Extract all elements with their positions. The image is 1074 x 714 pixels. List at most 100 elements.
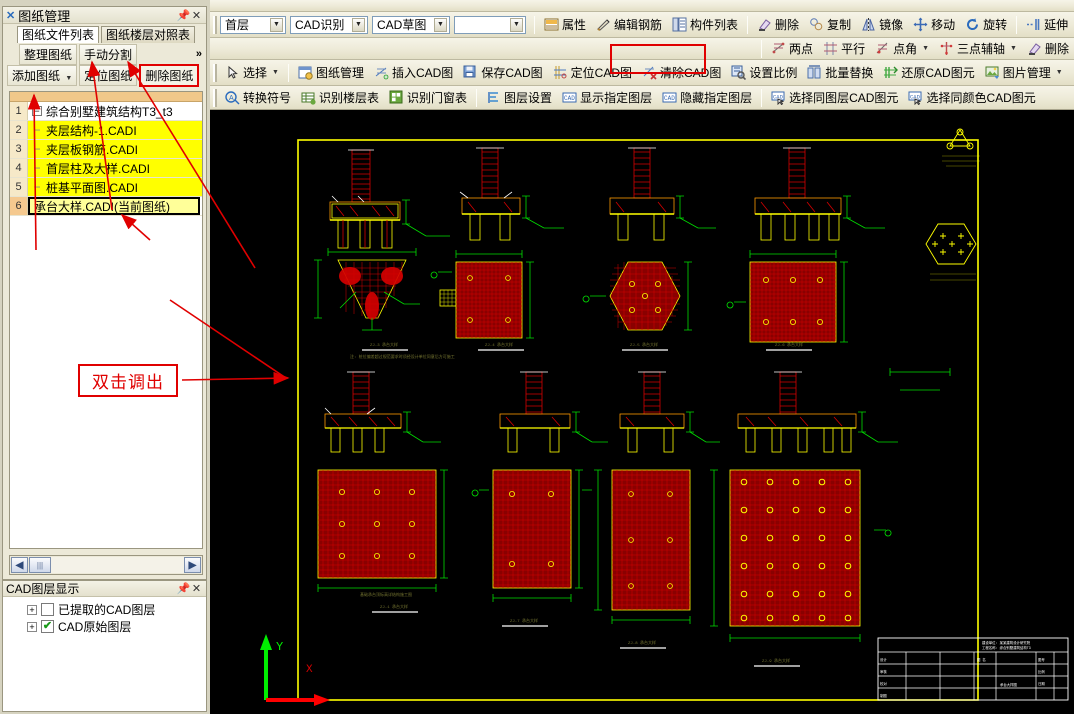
- scroll-thumb[interactable]: |||: [29, 557, 51, 573]
- batch-replace-button[interactable]: 批量替换: [802, 63, 878, 83]
- parallel-button[interactable]: 平行: [818, 39, 870, 59]
- toolbar-grip[interactable]: [213, 88, 217, 107]
- delete-button[interactable]: 删除: [752, 15, 804, 35]
- mirror-button[interactable]: 镜像: [856, 15, 908, 35]
- pin-icon[interactable]: 📌: [177, 582, 191, 595]
- button-label: 删除: [775, 17, 800, 32]
- pencil-icon: [596, 17, 611, 32]
- table-row[interactable]: 5 − 桩基平面图.CADI: [10, 178, 202, 197]
- drawing-manage-button[interactable]: 图纸管理: [293, 63, 369, 83]
- toolbar-grip[interactable]: [213, 15, 217, 34]
- select-same-color-button[interactable]: CAD 选择同颜色CAD图元: [903, 88, 1040, 108]
- chevron-down-icon[interactable]: ▼: [352, 17, 365, 32]
- locate-drawing-button[interactable]: 定位图纸: [79, 64, 138, 86]
- restore-cad-button[interactable]: 还原CAD图元: [878, 63, 979, 83]
- chevron-down-icon[interactable]: ▼: [1010, 45, 1017, 52]
- table-row-current[interactable]: 6 承台大样.CADI(当前图纸): [10, 197, 202, 216]
- table-row[interactable]: 3 − 夹层板钢筋.CADI: [10, 140, 202, 159]
- select-same-layer-button[interactable]: CAD 选择同图层CAD图元: [766, 88, 903, 108]
- drawing-toolbar-row2: 添加图纸 ▼ 定位图纸 删除图纸: [3, 63, 206, 87]
- rotate-button[interactable]: 旋转: [960, 15, 1012, 35]
- edit-rebar-button[interactable]: 编辑钢筋: [591, 15, 667, 35]
- insert-cad-button[interactable]: 插入CAD图: [369, 63, 458, 83]
- table-row[interactable]: 4 − 首层柱及大样.CADI: [10, 159, 202, 178]
- locate-cad-button[interactable]: 定位CAD图: [548, 63, 637, 83]
- tree-expand-icon[interactable]: +: [27, 604, 37, 615]
- select-button[interactable]: 选择 ▼: [220, 63, 284, 83]
- chevron-down-icon[interactable]: ▼: [1056, 69, 1063, 76]
- scroll-left-arrow[interactable]: ◀: [11, 557, 28, 573]
- properties-button[interactable]: 属性: [539, 15, 591, 35]
- button-label: 整理图纸: [24, 47, 73, 62]
- cad-sketch-select[interactable]: CAD草图 ▼: [372, 15, 450, 34]
- three-point-axis-button[interactable]: 三点辅轴 ▼: [934, 39, 1022, 59]
- floor-select[interactable]: 首层 ▼: [220, 15, 286, 34]
- file-list-horizontal-scrollbar[interactable]: ◀ ||| ▶: [9, 555, 203, 575]
- recognize-door-window-table-button[interactable]: 识别门窗表: [384, 88, 472, 108]
- image-manage-button[interactable]: 图片管理 ▼: [980, 63, 1068, 83]
- scroll-right-arrow[interactable]: ▶: [184, 557, 201, 573]
- chevron-down-icon[interactable]: ▼: [434, 17, 447, 32]
- layer-settings-button[interactable]: 图层设置: [481, 88, 557, 108]
- organize-drawing-button[interactable]: 整理图纸: [19, 43, 78, 65]
- blank-select[interactable]: ▼: [454, 15, 526, 34]
- axis-delete-button[interactable]: 删除: [1022, 39, 1074, 59]
- layer-tree-item-extracted[interactable]: + 已提取的CAD图层: [3, 601, 206, 618]
- cad-drawing-canvas[interactable]: ZJ-3 承台大样 ZJ-4 承台大样 ZJ-5 承台大样 ZJ-6 承台大样 …: [210, 110, 1074, 714]
- toolbar-overflow-chevron[interactable]: »: [196, 48, 206, 60]
- convert-symbol-button[interactable]: A 转换符号: [220, 88, 296, 108]
- button-label: 保存CAD图: [481, 65, 543, 80]
- copy-button[interactable]: 复制: [804, 15, 856, 35]
- layer-panel-title: CAD图层显示: [6, 582, 80, 596]
- set-scale-button[interactable]: 设置比例: [726, 63, 802, 83]
- manual-split-button[interactable]: 手动分割: [79, 43, 138, 65]
- extend-button[interactable]: 延伸: [1021, 15, 1073, 35]
- toolbar-grip[interactable]: [213, 63, 217, 82]
- chevron-down-icon[interactable]: ▼: [922, 45, 929, 52]
- toolbar-separator: [1016, 15, 1018, 34]
- close-icon[interactable]: ✕: [190, 9, 203, 22]
- delete-drawing-button[interactable]: 删除图纸: [139, 63, 200, 87]
- row-number: 3: [10, 140, 28, 158]
- svg-text:A: A: [229, 95, 234, 102]
- button-label: 旋转: [983, 17, 1008, 32]
- table-row[interactable]: 1 − 综合别墅建筑结构T3_t3: [10, 102, 202, 121]
- chevron-down-icon[interactable]: ▼: [270, 17, 283, 32]
- component-list-button[interactable]: 构件列表: [667, 15, 743, 35]
- cad-recognize-select[interactable]: CAD识别 ▼: [290, 15, 368, 34]
- close-icon[interactable]: ✕: [190, 582, 203, 595]
- tree-collapse-icon[interactable]: −: [32, 106, 42, 116]
- drawing-file-list[interactable]: 1 − 综合别墅建筑结构T3_t3 2 − 夹层结构-1.CADI 3 − 夹层…: [9, 91, 203, 549]
- clear-cad-button[interactable]: 清除CAD图: [637, 63, 726, 83]
- pin-icon[interactable]: 📌: [177, 9, 191, 22]
- hide-specified-layer-button[interactable]: CAD 隐藏指定图层: [657, 88, 757, 108]
- tab-drawing-file-list[interactable]: 图纸文件列表: [17, 26, 100, 43]
- insert-cad-icon: [374, 65, 389, 80]
- row-name-cell: 承台大样.CADI(当前图纸): [28, 197, 200, 215]
- toolbar-separator: [761, 88, 763, 107]
- scale-icon: [731, 65, 747, 80]
- tab-drawing-floor-table[interactable]: 图纸楼层对照表: [101, 26, 196, 43]
- show-specified-layer-button[interactable]: CAD 显示指定图层: [557, 88, 657, 108]
- row-number: 5: [10, 178, 28, 196]
- save-cad-button[interactable]: 保存CAD图: [458, 63, 547, 83]
- move-button[interactable]: 移动: [908, 15, 960, 35]
- cad-drawing-svg: ZJ-3 承台大样 ZJ-4 承台大样 ZJ-5 承台大样 ZJ-6 承台大样 …: [210, 110, 1074, 714]
- layer-checkbox[interactable]: ✔: [41, 620, 54, 633]
- layer-checkbox[interactable]: [41, 603, 54, 616]
- point-angle-button[interactable]: 点角 ▼: [870, 39, 934, 59]
- tab-label: 图纸楼层对照表: [106, 28, 191, 42]
- row-label: 综合别墅建筑结构T3_t3: [46, 104, 173, 119]
- tree-expand-icon[interactable]: +: [27, 621, 37, 632]
- table-row[interactable]: 2 − 夹层结构-1.CADI: [10, 121, 202, 140]
- two-point-button[interactable]: 两点: [766, 39, 818, 59]
- button-label: 插入CAD图: [391, 65, 454, 80]
- locate-cad-icon: [553, 65, 568, 80]
- select-value: CAD识别: [295, 18, 345, 32]
- chevron-down-icon[interactable]: ▼: [272, 69, 279, 76]
- layer-tree-item-original[interactable]: + ✔ CAD原始图层: [3, 618, 206, 635]
- add-drawing-button[interactable]: 添加图纸 ▼: [7, 64, 78, 86]
- scroll-track[interactable]: [51, 557, 184, 573]
- chevron-down-icon[interactable]: ▼: [510, 17, 523, 32]
- recognize-floor-table-button[interactable]: 识别楼层表: [296, 88, 384, 108]
